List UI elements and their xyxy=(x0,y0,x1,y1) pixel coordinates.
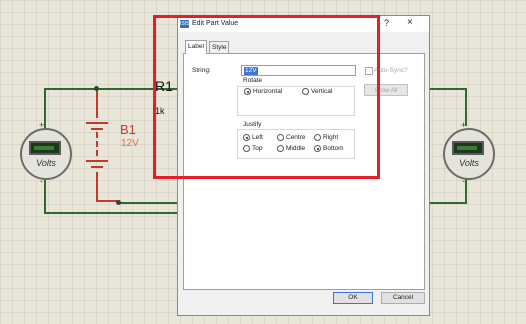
battery-wire xyxy=(96,172,98,202)
wire xyxy=(44,212,180,214)
string-input-value: 12V xyxy=(244,67,258,75)
battery-wire xyxy=(96,88,98,118)
justify-left-label: Left xyxy=(252,134,263,141)
meter-display xyxy=(29,141,61,155)
battery-symbol[interactable] xyxy=(82,118,112,174)
rotate-heading: Rotate xyxy=(242,77,264,84)
justify-bottom-radio[interactable] xyxy=(314,145,321,152)
justify-centre-label: Centre xyxy=(286,134,306,141)
rotate-vertical-radio[interactable] xyxy=(302,88,309,95)
auto-sync-checkbox[interactable] xyxy=(365,67,373,75)
edit-part-value-dialog: ISIS Edit Part Value ? × Label Style Str… xyxy=(177,15,430,316)
dialog-title: Edit Part Value xyxy=(192,20,239,27)
dialog-titlebar[interactable]: ISIS Edit Part Value ? × xyxy=(178,16,429,32)
app-icon: ISIS xyxy=(180,20,190,28)
cancel-button[interactable]: Cancel xyxy=(381,292,425,304)
rotate-horizontal-radio[interactable] xyxy=(244,88,251,95)
right-voltmeter[interactable]: Volts xyxy=(443,128,495,180)
battery-label: B1 xyxy=(120,122,136,137)
justify-left-radio[interactable] xyxy=(243,134,250,141)
minus-sign: - xyxy=(462,176,465,186)
left-voltmeter[interactable]: Volts xyxy=(20,128,72,180)
wire xyxy=(430,202,467,204)
justify-middle-radio[interactable] xyxy=(277,145,284,152)
meter-display xyxy=(452,141,484,155)
wire xyxy=(465,178,467,204)
meter-caption: Volts xyxy=(459,158,479,168)
justify-right-radio[interactable] xyxy=(314,134,321,141)
justify-top-label: Top xyxy=(252,145,263,152)
minus-sign: - xyxy=(40,176,43,186)
wire xyxy=(430,88,466,90)
tab-style[interactable]: Style xyxy=(209,41,230,53)
help-icon[interactable]: ? xyxy=(384,18,389,28)
rotate-horizontal-label: Horizontal xyxy=(253,88,283,95)
close-icon[interactable]: × xyxy=(407,17,413,28)
ok-button[interactable]: OK xyxy=(333,292,373,304)
plus-sign: + xyxy=(461,120,467,130)
plus-sign: + xyxy=(39,120,45,130)
justify-bottom-label: Bottom xyxy=(323,145,344,152)
justify-heading: Justify xyxy=(242,121,263,128)
show-all-button[interactable]: Show All xyxy=(364,84,408,96)
label-tab-panel: String: 12V Auto-Sync? Show All Rotate H… xyxy=(183,53,425,290)
justify-middle-label: Middle xyxy=(286,145,306,152)
resistor-label: R1 xyxy=(155,78,173,94)
wire xyxy=(118,202,180,204)
auto-sync-label: Auto-Sync? xyxy=(374,67,408,74)
tab-label[interactable]: Label xyxy=(185,40,207,54)
justify-top-radio[interactable] xyxy=(243,145,250,152)
resistor-value: 1k xyxy=(155,106,165,116)
string-label: String: xyxy=(192,67,211,74)
junction-dot xyxy=(116,200,121,205)
justify-right-label: Right xyxy=(323,134,339,141)
string-input[interactable]: 12V xyxy=(241,65,356,76)
junction-dot xyxy=(94,86,99,91)
rotate-vertical-label: Vertical xyxy=(311,88,333,95)
battery-value: 12V xyxy=(121,138,139,149)
justify-centre-radio[interactable] xyxy=(277,134,284,141)
meter-caption: Volts xyxy=(36,158,56,168)
